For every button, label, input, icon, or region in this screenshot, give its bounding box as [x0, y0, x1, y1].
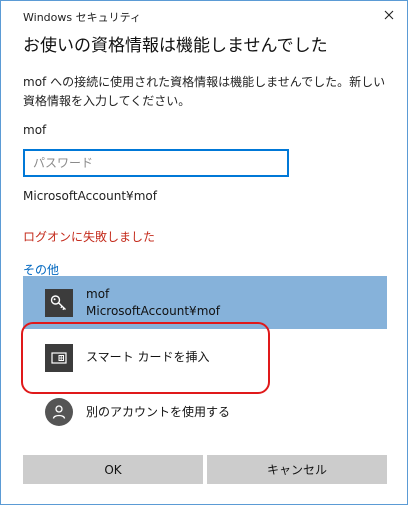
- key-icon: [45, 288, 73, 317]
- dialog-heading: お使いの資格情報は機能しませんでした: [23, 36, 328, 56]
- window-title: Windows セキュリティ: [23, 11, 141, 24]
- password-input[interactable]: [23, 149, 289, 177]
- logon-error-text: ログオンに失敗しました: [23, 230, 156, 244]
- cancel-button[interactable]: キャンセル: [207, 455, 387, 484]
- annotation-highlight: [21, 322, 270, 394]
- credential-dialog: Windows セキュリティ お使いの資格情報は機能しませんでした mof への…: [0, 0, 408, 505]
- option-title: mof: [86, 286, 110, 301]
- username-label: mof: [23, 123, 47, 137]
- close-icon: [384, 10, 394, 20]
- user-icon: [45, 398, 73, 426]
- close-button[interactable]: [381, 7, 397, 23]
- option-other-account[interactable]: 別のアカウントを使用する: [23, 395, 387, 429]
- option-title: 別のアカウントを使用する: [86, 404, 231, 419]
- account-id-label: MicrosoftAccount¥mof: [23, 189, 157, 203]
- dialog-message: mof への接続に使用された資格情報は機能しませんでした。新しい資格情報を入力し…: [23, 75, 386, 108]
- option-subtitle: MicrosoftAccount¥mof: [86, 303, 220, 318]
- ok-button[interactable]: OK: [23, 455, 203, 484]
